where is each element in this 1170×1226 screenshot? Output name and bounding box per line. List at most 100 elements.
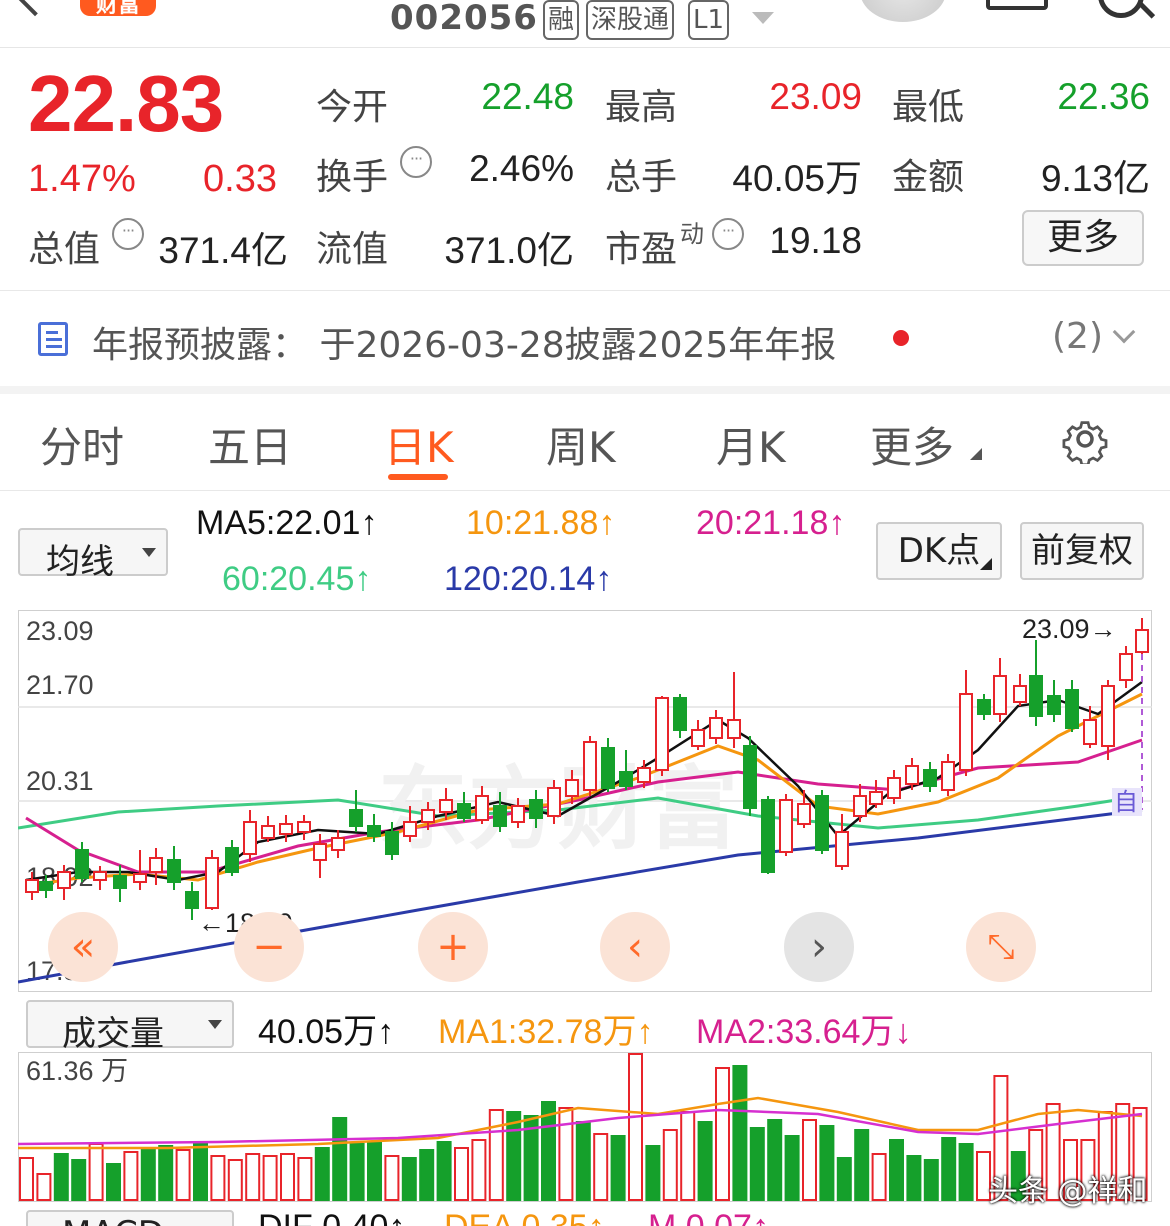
ma60-value: 60:20.45↑ xyxy=(222,560,372,598)
volume-bar xyxy=(349,1143,365,1201)
y-axis-label: 20.31 xyxy=(26,766,94,796)
candle-body xyxy=(761,799,775,873)
macd-indicator-selector[interactable]: MACD xyxy=(26,1210,234,1226)
candle-body xyxy=(601,747,615,789)
candle-body xyxy=(941,761,955,791)
candle-body xyxy=(167,859,181,883)
candle-body xyxy=(57,871,71,889)
volume-chart[interactable]: 61.36 万 xyxy=(18,1052,1152,1202)
volume-indicator-selector[interactable]: 成交量 xyxy=(26,1000,234,1054)
pe-value: 19.18 xyxy=(769,220,862,261)
volume-bar xyxy=(628,1053,643,1201)
volume-bar xyxy=(367,1141,382,1201)
document-icon xyxy=(38,322,68,356)
avatar[interactable] xyxy=(860,0,946,22)
rewind-button[interactable]: « xyxy=(48,912,118,982)
candle-body xyxy=(385,831,399,855)
notice-count[interactable]: (2) xyxy=(1052,316,1103,357)
active-tab-indicator xyxy=(388,474,448,480)
volume-bar xyxy=(88,1143,104,1201)
unread-dot xyxy=(893,330,909,346)
more-stats-button[interactable]: 更多 xyxy=(1022,210,1144,266)
divider xyxy=(0,490,1170,491)
candle-body xyxy=(421,809,435,823)
change-amount: 0.33 xyxy=(203,158,277,200)
prev-button[interactable]: ‹ xyxy=(600,912,670,982)
tab-five-day[interactable]: 五日 xyxy=(208,414,292,475)
gear-icon[interactable] xyxy=(1060,414,1110,464)
volume-bar xyxy=(454,1147,469,1201)
volume-bar xyxy=(280,1153,295,1201)
mktcap-info-icon[interactable]: ··· xyxy=(112,218,144,250)
volume-bar xyxy=(767,1119,783,1201)
fortune-badge[interactable]: 财富 xyxy=(80,0,156,18)
volume-bar xyxy=(314,1147,330,1201)
tab-daily-k[interactable]: 日K xyxy=(384,414,454,475)
volume-bar xyxy=(401,1157,417,1201)
volume-bar xyxy=(384,1155,400,1201)
volume-label: 总手 xyxy=(605,157,678,198)
margin-tag: 融 xyxy=(543,0,580,40)
change-percent: 1.47% xyxy=(28,158,136,200)
zoom-out-button[interactable]: − xyxy=(234,912,304,982)
volume-bar xyxy=(715,1067,730,1201)
candle-body xyxy=(243,821,257,855)
search-icon[interactable] xyxy=(1098,0,1144,18)
back-arrow-icon[interactable] xyxy=(13,0,57,17)
search-icon-handle xyxy=(1138,2,1156,19)
candle-body xyxy=(637,767,651,783)
dk-point-label: DK点 xyxy=(897,531,981,571)
volume-bar xyxy=(958,1143,974,1201)
zoom-in-button[interactable]: + xyxy=(418,912,488,982)
candle-body xyxy=(835,831,849,867)
candle-body xyxy=(993,675,1007,715)
ma5-value: MA5:22.01↑ xyxy=(196,504,378,542)
candle-body xyxy=(297,821,311,833)
share-icon[interactable] xyxy=(986,0,1048,10)
volume-bar xyxy=(297,1157,313,1201)
volume-bar xyxy=(123,1151,139,1201)
candle-body xyxy=(977,699,991,715)
candle-body xyxy=(709,717,723,739)
candle-body xyxy=(547,787,561,817)
volume-value: 40.05万↑ xyxy=(258,1013,395,1051)
chevron-down-icon[interactable] xyxy=(1112,320,1136,344)
tab-intraday[interactable]: 分时 xyxy=(40,414,124,475)
volume-bar xyxy=(140,1149,156,1201)
candle-body xyxy=(225,847,239,873)
plus-icon: + xyxy=(436,924,470,970)
candle-body xyxy=(869,791,883,805)
candle-body xyxy=(923,769,937,787)
volume-bar xyxy=(645,1145,661,1201)
annual-report-notice[interactable]: 年报预披露： 于2026-03-28披露2025年年报 xyxy=(92,316,836,368)
high-label: 最高 xyxy=(605,87,678,128)
candle-body xyxy=(1013,685,1027,703)
turnover-label: 换手 xyxy=(316,157,389,198)
chevron-down-icon[interactable] xyxy=(752,12,774,24)
macd-m: M 0.07↑ xyxy=(648,1208,769,1226)
next-button[interactable]: › xyxy=(784,912,854,982)
tab-monthly-k[interactable]: 月K xyxy=(716,414,786,475)
source-watermark: 头条 @祥和 xyxy=(988,1174,1148,1209)
candle-body xyxy=(1083,719,1097,745)
fullscreen-button[interactable]: ⤡ xyxy=(966,912,1036,982)
volume-bar xyxy=(662,1129,678,1201)
pe-info-icon[interactable]: ··· xyxy=(712,218,744,250)
high-value: 23.09 xyxy=(769,76,862,117)
candle-body xyxy=(797,803,811,825)
tab-more[interactable]: 更多 xyxy=(870,414,954,475)
tab-weekly-k[interactable]: 周K xyxy=(546,414,616,475)
volume-bar xyxy=(19,1157,34,1201)
candle-body xyxy=(905,765,919,785)
volume-bar xyxy=(262,1155,278,1201)
turnover-info-icon[interactable]: ··· xyxy=(400,146,432,178)
dk-point-button[interactable]: DK点 xyxy=(876,522,1002,580)
volume-bar xyxy=(471,1139,487,1201)
connect-tag: 深股通 xyxy=(586,0,675,40)
candle-body xyxy=(815,795,829,851)
adjust-button[interactable]: 前复权 xyxy=(1020,522,1144,580)
indicator-selector[interactable]: 均线 xyxy=(18,528,168,582)
volume-bar xyxy=(506,1111,522,1201)
low-label: 最低 xyxy=(892,87,965,128)
float-value: 371.0亿 xyxy=(444,230,574,271)
